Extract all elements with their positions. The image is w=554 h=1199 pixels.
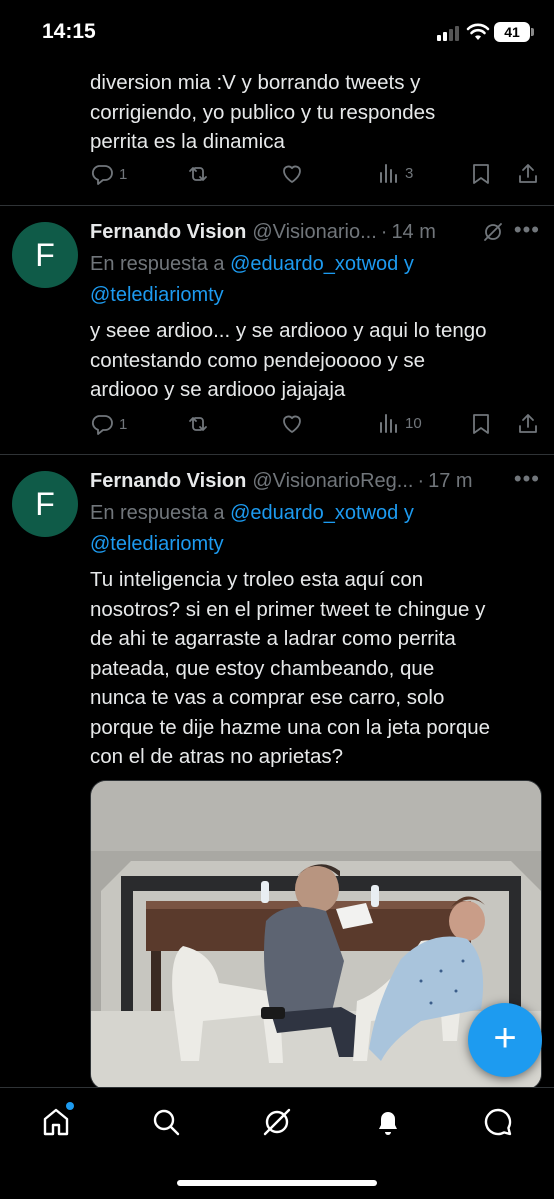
like-button[interactable]	[280, 412, 304, 436]
grok-icon	[263, 1108, 291, 1136]
nav-notifications[interactable]	[370, 1104, 406, 1140]
reply-context: En respuesta a @eduardo_xotwod y @teledi…	[90, 498, 540, 560]
tweet-text-line: perrita es la dinamica	[90, 130, 285, 153]
avatar[interactable]: F	[12, 222, 78, 288]
like-button[interactable]	[280, 162, 304, 186]
nav-home[interactable]	[38, 1102, 74, 1140]
heart-icon	[283, 165, 301, 183]
bookmark-icon	[473, 164, 489, 184]
tweet-actions: 1 3	[90, 162, 540, 190]
cellular-signal-icon	[437, 25, 459, 41]
retweet-button[interactable]	[186, 412, 210, 436]
compose-icon: +	[493, 1016, 517, 1060]
compose-button[interactable]: +	[468, 1003, 542, 1077]
wifi-icon	[466, 23, 490, 40]
heart-icon	[283, 415, 301, 433]
reply-icon	[91, 415, 113, 435]
tweet-time[interactable]: 17 m	[428, 470, 472, 493]
tweet-text: Tu inteligencia y troleo esta aquí con n…	[90, 565, 540, 772]
views-count: 10	[405, 414, 422, 432]
share-button[interactable]	[516, 412, 540, 436]
reply-context: En respuesta a @eduardo_xotwod y @teledi…	[90, 249, 540, 311]
share-button[interactable]	[516, 162, 540, 186]
reply-conjunction: y	[403, 253, 414, 275]
views-count: 3	[405, 164, 414, 182]
tweet-text-line: contestando como pendejooooo y se	[90, 348, 426, 372]
grok-icon[interactable]	[482, 221, 504, 243]
more-icon[interactable]: •••	[514, 217, 540, 243]
reply-count: 1	[119, 165, 128, 183]
reply-conjunction: y	[403, 502, 414, 524]
nav-messages[interactable]	[480, 1104, 516, 1140]
author-name[interactable]: Fernando Vision	[90, 221, 246, 244]
views-icon	[380, 414, 397, 433]
separator-dot: ·	[380, 220, 388, 243]
reply-count: 1	[119, 415, 128, 433]
tweet-text-line: porque te dije hazme una con la jeta por…	[90, 715, 491, 739]
home-indicator[interactable]	[177, 1180, 377, 1186]
share-icon	[519, 164, 537, 183]
views-button[interactable]: 3	[378, 162, 413, 184]
tweet-header: Fernando Vision @VisionarioReg... · 17 m…	[90, 466, 540, 494]
battery-indicator: 41	[494, 22, 534, 42]
avatar[interactable]: F	[12, 471, 78, 537]
more-icon[interactable]: •••	[514, 466, 540, 492]
tweet-text-line: Tu inteligencia y troleo esta aquí con	[90, 568, 424, 591]
reply-icon	[91, 165, 113, 185]
author-handle[interactable]: @Visionario...	[252, 221, 376, 244]
bookmark-button[interactable]	[470, 162, 492, 186]
reply-prefix: En respuesta a	[90, 253, 225, 275]
views-button[interactable]: 10	[378, 412, 422, 434]
mention-link[interactable]: @eduardo_xotwod	[230, 502, 398, 524]
status-time: 14:15	[42, 20, 96, 43]
reply-prefix: En respuesta a	[90, 502, 225, 524]
tweet-text: diversion mia :V y borrando tweets y cor…	[90, 68, 540, 157]
nav-search[interactable]	[148, 1104, 184, 1140]
tweet-text-line: ardiooo y se ardiooo jajajaja	[90, 378, 346, 401]
share-icon	[519, 414, 537, 433]
nav-grok[interactable]	[259, 1104, 295, 1140]
mention-link[interactable]: @telediariomty	[90, 533, 224, 555]
mention-link[interactable]: @eduardo_xotwod	[230, 253, 398, 275]
tweet-text-line: de ahi te agarraste a ladrar como perrit…	[90, 627, 456, 650]
tweet-time[interactable]: 14 m	[391, 221, 435, 244]
retweet-icon	[189, 167, 207, 181]
status-bar: 14:15 41	[0, 0, 554, 64]
tweet-text-line: pateada, que estoy chambeando, que	[90, 656, 435, 680]
author-handle[interactable]: @VisionarioReg...	[252, 470, 413, 493]
tweet-text-line: con el de atras no aprietas?	[90, 745, 343, 768]
tweet-text: y seee ardioo... y se ardiooo y aqui lo …	[90, 316, 540, 405]
views-icon	[380, 164, 397, 183]
bookmark-button[interactable]	[470, 412, 492, 436]
tweet-text-line: corrigiendo, yo publico y tu respondes	[90, 100, 436, 124]
messages-icon	[484, 1108, 512, 1136]
reply-button[interactable]: 1	[90, 412, 127, 436]
tweet[interactable]: diversion mia :V y borrando tweets y cor…	[0, 64, 554, 206]
author-name[interactable]: Fernando Vision	[90, 470, 246, 493]
tweet-text-line: y seee ardioo... y se ardiooo y aqui lo …	[90, 319, 487, 342]
tweet-text-line: nosotros? si en el primer tweet te ching…	[90, 597, 486, 621]
tweet-header: Fernando Vision @Visionario... · 14 m ••…	[90, 217, 540, 245]
tweet-text-line: nunca te vas a comprar ese carro, solo	[90, 686, 445, 709]
notifications-icon	[379, 1112, 397, 1135]
tweet-text-line: diversion mia :V y borrando tweets y	[90, 71, 421, 94]
search-icon	[153, 1109, 180, 1136]
notification-dot	[66, 1102, 74, 1110]
mention-link[interactable]: @telediariomty	[90, 284, 224, 306]
separator-dot: ·	[417, 469, 425, 492]
retweet-icon	[189, 417, 207, 431]
tweet[interactable]: F Fernando Vision @Visionario... · 14 m …	[0, 206, 554, 454]
retweet-button[interactable]	[186, 162, 210, 186]
tweet-actions: 1 10	[90, 412, 540, 440]
bookmark-icon	[473, 414, 489, 434]
reply-button[interactable]: 1	[90, 162, 127, 186]
